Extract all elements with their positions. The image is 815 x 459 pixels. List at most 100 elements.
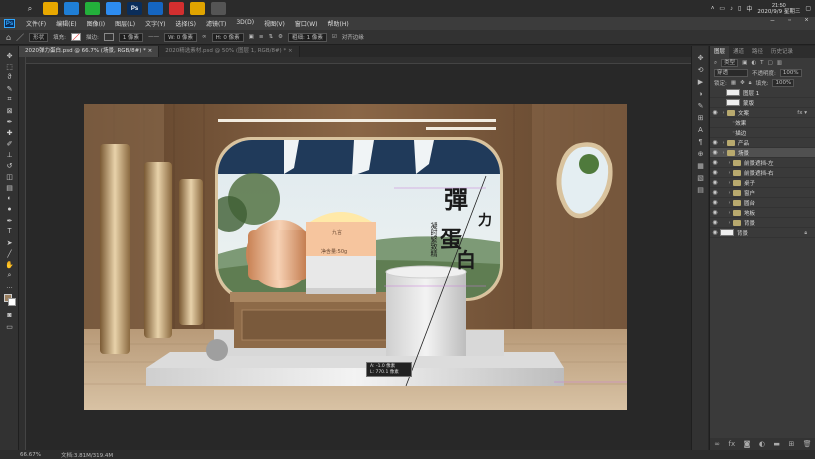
- fill-input[interactable]: 100%: [772, 79, 795, 87]
- stamp-tool-icon[interactable]: ⊥: [0, 149, 19, 160]
- visibility-eye-icon[interactable]: ◉: [710, 189, 720, 196]
- menu-item-9[interactable]: 窗口(W): [290, 19, 323, 28]
- filter-type-icon[interactable]: T: [760, 60, 763, 66]
- stroke-swatch[interactable]: [103, 33, 114, 41]
- chevron-up-icon[interactable]: ˄: [711, 6, 715, 12]
- history-icon[interactable]: ⟲: [692, 64, 709, 76]
- play-icon[interactable]: ▶: [692, 76, 709, 88]
- photoshop-icon[interactable]: Ps: [127, 2, 142, 15]
- brush-settings-icon[interactable]: ✎: [692, 100, 709, 112]
- wechat-icon[interactable]: [85, 2, 100, 15]
- expand-chevron-icon[interactable]: ›: [726, 170, 733, 176]
- layer-row[interactable]: ◉ › 前景遮挡-左: [710, 158, 815, 168]
- weight-input[interactable]: 粗细: 1 像素: [287, 32, 327, 42]
- more-tools-icon[interactable]: …: [0, 281, 19, 292]
- layer-row[interactable]: 蒙版: [710, 98, 815, 108]
- layer-row[interactable]: ◉ › 桌子: [710, 178, 815, 188]
- visibility-eye-icon[interactable]: ◉: [710, 139, 720, 146]
- document-tab[interactable]: 2020弹力蛋白.psd @ 66.7% (场景, RGB/8#) * ×: [19, 46, 160, 57]
- screen-mode-icon[interactable]: ▭: [0, 321, 19, 332]
- visibility-eye-icon[interactable]: ◉: [710, 169, 720, 176]
- visibility-eye-icon[interactable]: ◉: [710, 219, 720, 226]
- volume-icon[interactable]: ♪: [730, 6, 733, 12]
- app-blue-icon[interactable]: [148, 2, 163, 15]
- document-tab[interactable]: 2020精选素材.psd @ 50% (图层 1, RGB/8#) * ×: [159, 46, 300, 57]
- layer-row[interactable]: ◉ › 前景遮挡-右: [710, 168, 815, 178]
- menu-item-8[interactable]: 视图(V): [259, 19, 290, 28]
- lock-pixels-icon[interactable]: ▦: [731, 80, 736, 86]
- layer-row[interactable]: 图层 1: [710, 88, 815, 98]
- expand-chevron-icon[interactable]: ›: [726, 190, 733, 196]
- fx-badge-icon[interactable]: fx ▾: [797, 110, 807, 116]
- layer-row[interactable]: ◉ › 产品: [710, 138, 815, 148]
- expand-chevron-icon[interactable]: ›: [726, 180, 733, 186]
- link-icon[interactable]: ∞: [202, 34, 207, 40]
- eyedropper-tool-icon[interactable]: ✒: [0, 116, 19, 127]
- history-brush-icon[interactable]: ↺: [0, 160, 19, 171]
- hand-tool-icon[interactable]: ✋: [0, 259, 19, 270]
- fill-swatch[interactable]: [70, 33, 81, 41]
- brush-tool-icon[interactable]: ✐: [0, 138, 19, 149]
- browser-icon[interactable]: [106, 2, 121, 15]
- layer-row[interactable]: ◦ 效果: [710, 118, 815, 128]
- blur-tool-icon[interactable]: ◐: [0, 193, 19, 204]
- menu-item-1[interactable]: 编辑(E): [51, 19, 81, 28]
- visibility-eye-icon[interactable]: ◉: [710, 149, 720, 156]
- close-button[interactable]: ×: [798, 17, 815, 30]
- marquee-tool-icon[interactable]: ⬚: [0, 61, 19, 72]
- layer-row[interactable]: ◉ › 背景: [710, 218, 815, 228]
- link-layers-icon[interactable]: ∞: [714, 440, 720, 448]
- visibility-eye-icon[interactable]: ◉: [710, 229, 720, 236]
- expand-chevron-icon[interactable]: ›: [720, 110, 727, 116]
- filter-shape-icon[interactable]: ▢: [768, 60, 773, 66]
- stroke-style-select[interactable]: ——: [148, 34, 159, 40]
- layer-row[interactable]: ◉ › 场景: [710, 148, 815, 158]
- battery-icon[interactable]: ▯: [738, 5, 741, 12]
- home-icon[interactable]: ⌂: [6, 33, 11, 42]
- shape-mode-select[interactable]: 形状: [29, 32, 49, 42]
- frame-tool-icon[interactable]: ⊠: [0, 105, 19, 116]
- chrome-icon[interactable]: [190, 2, 205, 15]
- menu-item-3[interactable]: 图层(L): [110, 19, 140, 28]
- blend-mode-select[interactable]: 穿透: [714, 69, 748, 77]
- path-select-tool-icon[interactable]: ➤: [0, 237, 19, 248]
- quick-select-tool-icon[interactable]: ✎: [0, 83, 19, 94]
- menu-item-6[interactable]: 滤镜(T): [201, 19, 231, 28]
- healing-tool-icon[interactable]: ✚: [0, 127, 19, 138]
- adjustment-layer-icon[interactable]: ◐: [759, 440, 765, 448]
- expand-chevron-icon[interactable]: ›: [726, 160, 733, 166]
- width-input[interactable]: W: 0 像素: [164, 32, 198, 42]
- layer-row[interactable]: ◉ › 地板: [710, 208, 815, 218]
- visibility-eye-icon[interactable]: ◉: [710, 159, 720, 166]
- menu-item-4[interactable]: 文字(Y): [140, 19, 170, 28]
- properties-icon[interactable]: ⊞: [692, 112, 709, 124]
- move-panel-icon[interactable]: ✥: [692, 52, 709, 64]
- layer-row[interactable]: ◉ › 文案 fx ▾: [710, 108, 815, 118]
- file-explorer-icon[interactable]: [43, 2, 58, 15]
- glyphs-icon[interactable]: ⊕: [692, 148, 709, 160]
- menu-item-10[interactable]: 帮助(H): [323, 19, 354, 28]
- path-align-icon[interactable]: ≡: [259, 34, 264, 40]
- close-tab-icon[interactable]: ×: [146, 48, 153, 54]
- line-tool-icon[interactable]: ／: [16, 32, 24, 43]
- store-icon[interactable]: [64, 2, 79, 15]
- swatches-icon[interactable]: ▦: [692, 160, 709, 172]
- visibility-eye-icon[interactable]: ◉: [710, 199, 720, 206]
- expand-chevron-icon[interactable]: ›: [720, 150, 727, 156]
- stroke-width-input[interactable]: 1 像素: [118, 32, 144, 42]
- close-tab-icon[interactable]: ×: [286, 48, 293, 54]
- zoom-tool-icon[interactable]: ⌕: [0, 270, 19, 281]
- zoom-level[interactable]: 66.67%: [20, 452, 41, 458]
- photoshop-logo[interactable]: Ps: [4, 19, 15, 28]
- menu-item-7[interactable]: 3D(D): [231, 19, 259, 28]
- lock-all-icon[interactable]: 🔒︎: [749, 80, 752, 87]
- expand-chevron-icon[interactable]: ›: [720, 140, 727, 146]
- layers-tab-0[interactable]: 图层: [710, 46, 730, 58]
- trash-icon[interactable]: 🗑︎: [803, 440, 812, 448]
- lock-position-icon[interactable]: ✥: [740, 80, 745, 86]
- dodge-tool-icon[interactable]: ●: [0, 204, 19, 215]
- layer-kind-select[interactable]: 类型: [721, 59, 739, 67]
- new-group-icon[interactable]: ▬: [773, 440, 780, 448]
- align-edges-checkbox[interactable]: ☑: [332, 34, 337, 40]
- expand-chevron-icon[interactable]: ›: [726, 210, 733, 216]
